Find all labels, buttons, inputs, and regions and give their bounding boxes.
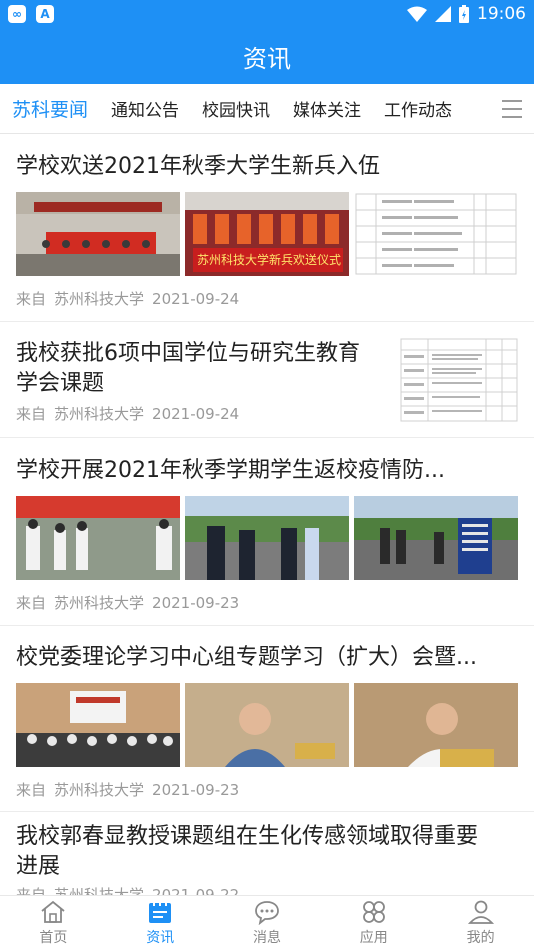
nav-home[interactable]: 首页 — [0, 896, 107, 950]
user-icon — [467, 900, 494, 924]
article-image — [185, 683, 349, 767]
tab-campus-news[interactable]: 校园快讯 — [202, 96, 270, 121]
article-image — [354, 683, 518, 767]
article-images — [16, 496, 518, 580]
tab-suke-news[interactable]: 苏科要闻 — [12, 95, 88, 122]
bottom-nav: 首页 资讯 消息 应用 我的 — [0, 895, 534, 950]
article-meta: 来自 苏州科技大学 2021-09-24 — [16, 403, 376, 424]
tab-work-updates[interactable]: 工作动态 — [384, 96, 452, 121]
nav-apps[interactable]: 应用 — [320, 896, 427, 950]
home-icon — [41, 900, 65, 923]
article-image — [354, 496, 518, 580]
tab-notices[interactable]: 通知公告 — [111, 96, 179, 121]
tab-media[interactable]: 媒体关注 — [293, 96, 361, 121]
list-item[interactable]: 学校欢送2021年秋季大学生新兵入伍 苏州科技大学新兵欢送仪式 来自 苏州科技大… — [0, 135, 534, 322]
article-image: 苏州科技大学新兵欢送仪式 — [185, 192, 349, 276]
article-images: 苏州科技大学新兵欢送仪式 — [16, 192, 518, 276]
chat-icon — [255, 901, 279, 925]
publish-date: 2021-09-22 — [152, 886, 240, 895]
article-title-line2: 学会课题 — [16, 371, 105, 396]
source-prefix: 来自 — [16, 781, 47, 799]
publish-date: 2021-09-24 — [152, 405, 240, 423]
a-notification-icon: A — [36, 5, 54, 23]
article-title-line2: 进展 — [16, 854, 61, 879]
article-meta: 来自 苏州科技大学 2021-09-23 — [16, 779, 518, 800]
article-image — [400, 338, 518, 422]
article-image — [354, 192, 518, 276]
page-title: 资讯 — [0, 28, 534, 84]
publish-date: 2021-09-24 — [152, 290, 240, 308]
nav-profile[interactable]: 我的 — [427, 896, 534, 950]
nav-label: 我的 — [466, 930, 495, 946]
source-prefix: 来自 — [16, 405, 47, 423]
source-name: 苏州科技大学 — [54, 290, 145, 308]
source-name: 苏州科技大学 — [54, 781, 145, 799]
nav-label: 应用 — [359, 930, 388, 946]
news-icon — [149, 900, 172, 923]
menu-icon[interactable] — [502, 100, 522, 118]
article-meta: 来自 苏州科技大学 2021-09-23 — [16, 592, 518, 613]
status-bar: ∞ A 19:06 — [0, 0, 534, 28]
article-title: 校党委理论学习中心组专题学习（扩大）会暨... — [16, 645, 477, 670]
article-title: 我校郭春显教授课题组在生化传感领域取得重要 — [16, 824, 479, 849]
clock: 19:06 — [477, 4, 526, 24]
source-prefix: 来自 — [16, 594, 47, 612]
nav-messages[interactable]: 消息 — [214, 896, 321, 950]
signal-icon — [435, 6, 451, 22]
battery-icon — [459, 5, 469, 23]
publish-date: 2021-09-23 — [152, 594, 240, 612]
article-title: 我校获批6项中国学位与研究生教育 — [16, 341, 360, 366]
source-name: 苏州科技大学 — [54, 886, 145, 895]
list-item[interactable]: 校党委理论学习中心组专题学习（扩大）会暨... 来自 苏州科技大学 2021-0… — [0, 626, 534, 812]
source-name: 苏州科技大学 — [54, 594, 145, 612]
article-title: 学校欢送2021年秋季大学生新兵入伍 — [16, 154, 380, 179]
list-item[interactable]: 我校获批6项中国学位与研究生教育 学会课题 来自 苏州科技大学 2021-09-24 — [0, 322, 534, 438]
article-image — [185, 496, 349, 580]
nav-label: 资讯 — [146, 930, 175, 946]
source-name: 苏州科技大学 — [54, 405, 145, 423]
category-tabs: 苏科要闻 通知公告 校园快讯 媒体关注 工作动态 — [0, 84, 534, 134]
nav-label: 消息 — [252, 930, 281, 946]
nav-label: 首页 — [39, 930, 68, 946]
article-meta: 来自 苏州科技大学 2021-09-22 — [16, 884, 518, 895]
article-image — [16, 496, 180, 580]
nav-news[interactable]: 资讯 — [107, 896, 214, 950]
article-image — [16, 192, 180, 276]
article-image — [16, 683, 180, 767]
article-meta: 来自 苏州科技大学 2021-09-24 — [16, 288, 518, 309]
apps-icon — [362, 901, 385, 923]
source-prefix: 来自 — [16, 886, 47, 895]
news-feed: 学校欢送2021年秋季大学生新兵入伍 苏州科技大学新兵欢送仪式 来自 苏州科技大… — [0, 135, 534, 895]
article-images — [16, 683, 518, 767]
list-item[interactable]: 我校郭春显教授课题组在生化传感领域取得重要 进展 来自 苏州科技大学 2021-09… — [0, 812, 534, 895]
app-notification-icon: ∞ — [8, 5, 26, 23]
wifi-icon — [407, 6, 427, 22]
list-item[interactable]: 学校开展2021年秋季学期学生返校疫情防... 来自 苏州科技大学 2021-0… — [0, 438, 534, 626]
banner-text: 苏州科技大学新兵欢送仪式 — [197, 253, 342, 267]
article-title: 学校开展2021年秋季学期学生返校疫情防... — [16, 458, 445, 483]
publish-date: 2021-09-23 — [152, 781, 240, 799]
source-prefix: 来自 — [16, 290, 47, 308]
